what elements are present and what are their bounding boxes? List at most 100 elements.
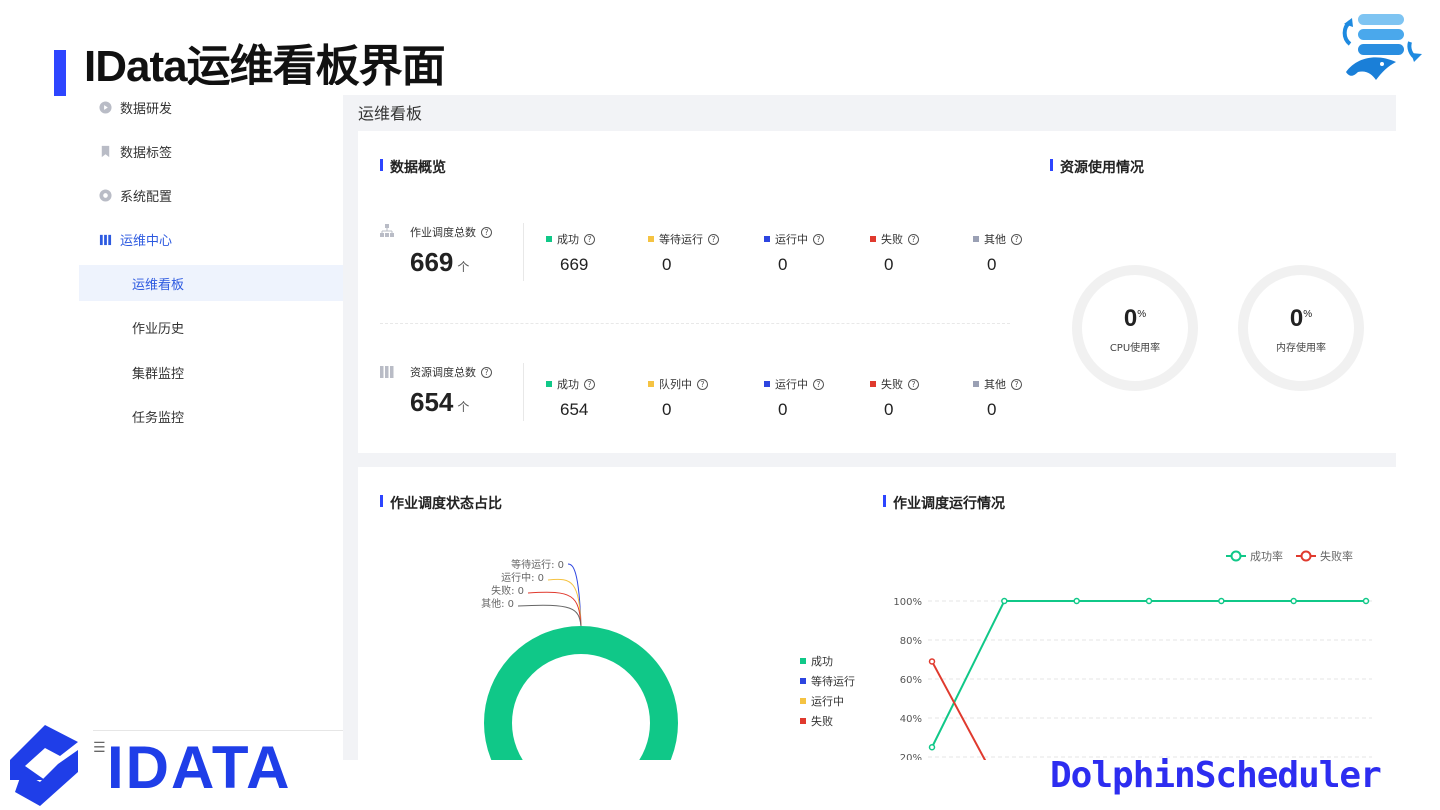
help-icon[interactable]: ? [584,378,595,390]
stat-label: 其他? [973,376,1022,392]
help-icon[interactable]: ? [697,378,708,390]
callout-line-3 [517,604,582,627]
job-total-label-text: 作业调度总数 [410,226,476,239]
callout-label-0: 等待运行: 0 [511,558,564,571]
mem-usage-ring: 0% 内存使用率 [1236,263,1366,393]
help-icon[interactable]: ? [1011,233,1022,245]
callout-label-1: 运行中: 0 [501,571,544,584]
job-total-value: 669 个 [410,247,469,278]
sidebar-item-label: 系统配置 [120,189,173,205]
series-line-0[interactable] [931,600,1366,748]
status-ratio-title: 作业调度状态占比 [380,493,502,513]
stat-value: 0 [987,255,997,274]
stat-label: 成功? [546,231,595,247]
help-icon[interactable]: ? [481,366,492,378]
legend-item-3[interactable]: 失败 [800,713,833,729]
series-0-point-1[interactable] [1001,597,1008,605]
stat-label-text: 成功 [557,378,579,391]
donut-slice-0[interactable] [484,626,678,760]
help-icon[interactable]: ? [813,378,824,390]
stat-4: 其他? 0 [973,376,1022,420]
legend-item-0[interactable]: 成功 [800,653,833,669]
resource-total-label-text: 资源调度总数 [410,366,476,379]
stat-label-text: 队列中 [659,378,692,391]
sidebar-item-ops-center[interactable]: 运维中心 [99,221,172,257]
resource-total-label: 资源调度总数 ? [410,364,492,380]
legend-label-1[interactable]: 失败率 [1320,549,1353,563]
sidebar-item-data-dev[interactable]: 数据研发 [99,89,172,125]
status-dot [764,236,770,242]
legend-swatch [800,718,806,724]
help-icon[interactable]: ? [584,233,595,245]
stat-label: 运行中? [764,376,824,392]
series-0-point-4[interactable] [1218,597,1225,605]
dolphinscheduler-logo-text: DolphinScheduler [1050,755,1382,796]
stat-value: 0 [987,400,997,419]
stat-value: 0 [884,255,894,274]
series-0-point-0[interactable] [928,744,936,751]
sidebar-item-label: 运维中心 [120,233,173,249]
sidebar-item-label: 数据研发 [120,101,173,117]
stat-label-text: 其他 [984,378,1006,391]
columns-icon [380,366,394,378]
sidebar-item-label: 运维看板 [132,277,185,293]
help-icon[interactable]: ? [1011,378,1022,390]
mem-usage-value: 0% [1236,305,1366,333]
help-icon[interactable]: ? [908,378,919,390]
stat-2: 运行中? 0 [764,376,824,420]
series-0-point-3[interactable] [1145,597,1153,605]
divider [523,223,524,281]
y-tick-label-2: 60% [900,675,922,686]
series-0-point-2[interactable] [1073,597,1080,605]
y-tick-label-4: 100% [893,597,922,608]
stat-0: 成功? 654 [546,376,595,420]
overview-card: 数据概览 作业调度总数 ? 669 个 成功? 669 等待运行? 0 运行中? 0 失败? 0… [358,131,1396,453]
legend-marker-1[interactable] [1300,550,1312,562]
sidebar-subitem-ops-board[interactable]: 运维看板 [79,265,343,301]
breadcrumb: 运维看板 [358,104,423,123]
stat-label-text: 其他 [984,233,1006,246]
help-icon[interactable]: ? [813,233,824,245]
run-status-line-chart: 20% 40% 60% 80% 100% 成功率 失败率 [893,549,1372,760]
stat-value: 0 [662,400,672,419]
legend-swatch [800,698,806,704]
divider [523,363,524,421]
resource-total-number: 654 [410,387,454,417]
stat-0: 成功? 669 [546,231,595,275]
run-status-title: 作业调度运行情况 [883,493,1005,513]
sidebar-item-label: 任务监控 [132,410,185,426]
stat-value: 654 [560,400,589,419]
sidebar-item-label: 数据标签 [120,145,173,161]
play-circle-icon [99,100,112,114]
sidebar-subitem-cluster-monitor[interactable]: 集群监控 [79,354,343,390]
resource-total-unit: 个 [457,400,470,414]
stat-label-text: 成功 [557,233,579,246]
status-dot [973,236,979,242]
series-0-point-5[interactable] [1290,597,1297,605]
status-dot [648,236,654,242]
legend-marker-0[interactable] [1230,550,1242,562]
sidebar-subitem-job-history[interactable]: 作业历史 [79,309,343,345]
legend-swatch [800,658,806,664]
sidebar-subitem-task-monitor[interactable]: 任务监控 [79,398,343,434]
stat-label: 成功? [546,376,595,392]
overview-title: 数据概览 [380,157,446,177]
help-icon[interactable]: ? [708,233,719,245]
sidebar-item-system-config[interactable]: 系统配置 [99,177,172,213]
legend-item-1[interactable]: 等待运行 [800,673,855,689]
cpu-usage-number: 0 [1123,305,1138,332]
legend-label-0[interactable]: 成功率 [1250,549,1283,563]
series-1-point-0[interactable] [928,658,936,665]
status-dot [546,381,552,387]
series-0-point-6[interactable] [1362,597,1370,605]
sidebar-item-label: 作业历史 [132,321,185,337]
idata-logo-text: IDATA [107,734,292,801]
stat-label-text: 运行中 [775,378,808,391]
help-icon[interactable]: ? [908,233,919,245]
legend-item-2[interactable]: 运行中 [800,693,844,709]
stat-3: 失败? 0 [870,231,919,275]
help-icon[interactable]: ? [481,226,492,238]
sidebar-item-data-tag[interactable]: 数据标签 [99,133,172,169]
job-total-unit: 个 [457,260,470,274]
legend-label: 成功 [811,655,833,668]
